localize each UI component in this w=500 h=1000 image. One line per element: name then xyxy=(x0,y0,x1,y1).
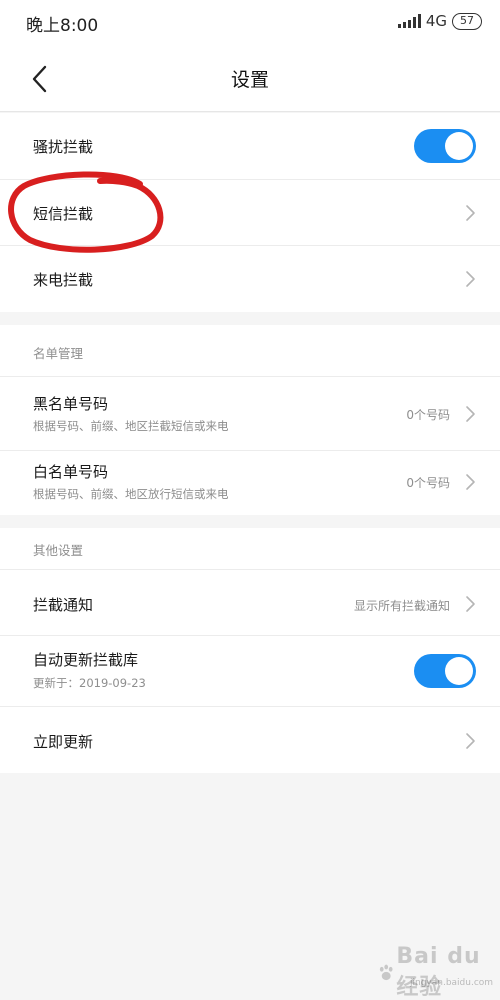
update-now-label: 立即更新 xyxy=(33,733,94,751)
chevron-right-icon xyxy=(466,596,475,612)
blacklist-count: 0个号码 xyxy=(406,408,450,422)
chevron-right-icon xyxy=(466,406,475,422)
signal-icon xyxy=(397,14,421,28)
chevron-right-icon xyxy=(466,205,475,221)
call-interception-row[interactable]: 来电拦截 xyxy=(0,246,500,312)
section-title: 名单管理 xyxy=(33,346,84,361)
whitelist-row[interactable]: 白名单号码 根据号码、前缀、地区放行短信或来电 0个号码 xyxy=(0,451,500,515)
network-type: 4G xyxy=(425,12,447,30)
harassment-interception-toggle[interactable] xyxy=(414,129,476,163)
chevron-right-icon xyxy=(466,271,475,287)
blacklist-subtitle: 根据号码、前缀、地区拦截短信或来电 xyxy=(33,419,229,433)
paw-icon xyxy=(379,964,393,980)
whitelist-label: 白名单号码 xyxy=(33,463,109,481)
chevron-right-icon xyxy=(466,733,475,749)
watermark-url: jingyan.baidu.com xyxy=(410,978,494,988)
status-bar: 晚上8:00 4G 57 xyxy=(0,0,500,46)
blacklist-row[interactable]: 黑名单号码 根据号码、前缀、地区拦截短信或来电 0个号码 xyxy=(0,377,500,451)
toggle-knob xyxy=(445,132,473,160)
status-indicators: 4G 57 xyxy=(397,12,482,30)
update-now-row[interactable]: 立即更新 xyxy=(0,707,500,773)
section-header-other-settings: 其他设置 xyxy=(0,528,500,570)
auto-update-label: 自动更新拦截库 xyxy=(33,651,139,669)
baidu-watermark: Bai du 经验 xyxy=(378,944,500,1000)
auto-update-row[interactable]: 自动更新拦截库 更新于：2019-09-23 xyxy=(0,636,500,707)
interception-notification-row[interactable]: 拦截通知 显示所有拦截通知 xyxy=(0,570,500,636)
chevron-right-icon xyxy=(466,474,475,490)
interception-notification-label: 拦截通知 xyxy=(33,596,94,614)
section-header-list-management: 名单管理 xyxy=(0,325,500,377)
status-time: 晚上8:00 xyxy=(26,16,99,36)
whitelist-subtitle: 根据号码、前缀、地区放行短信或来电 xyxy=(33,487,229,501)
other-settings-group: 其他设置 拦截通知 显示所有拦截通知 自动更新拦截库 更新于：2019-09-2… xyxy=(0,528,500,773)
auto-update-toggle[interactable] xyxy=(414,654,476,688)
call-interception-label: 来电拦截 xyxy=(33,271,94,289)
section-title: 其他设置 xyxy=(33,543,84,558)
harassment-interception-label: 骚扰拦截 xyxy=(33,138,94,156)
sms-interception-label: 短信拦截 xyxy=(33,205,94,223)
watermark-text: Bai du 经验 xyxy=(396,944,481,1000)
title-bar: 设置 xyxy=(0,46,500,112)
interception-group: 骚扰拦截 短信拦截 来电拦截 xyxy=(0,113,500,312)
page-title: 设置 xyxy=(230,69,269,91)
auto-update-subtitle: 更新于：2019-09-23 xyxy=(33,676,146,690)
harassment-interception-row[interactable]: 骚扰拦截 xyxy=(0,113,500,180)
blacklist-label: 黑名单号码 xyxy=(33,395,109,413)
toggle-knob xyxy=(445,657,473,685)
interception-notification-value: 显示所有拦截通知 xyxy=(353,599,450,613)
whitelist-count: 0个号码 xyxy=(406,476,450,490)
list-management-group: 名单管理 黑名单号码 根据号码、前缀、地区拦截短信或来电 0个号码 白名单号码 … xyxy=(0,325,500,515)
battery-icon: 57 xyxy=(452,12,482,30)
sms-interception-row[interactable]: 短信拦截 xyxy=(0,180,500,246)
